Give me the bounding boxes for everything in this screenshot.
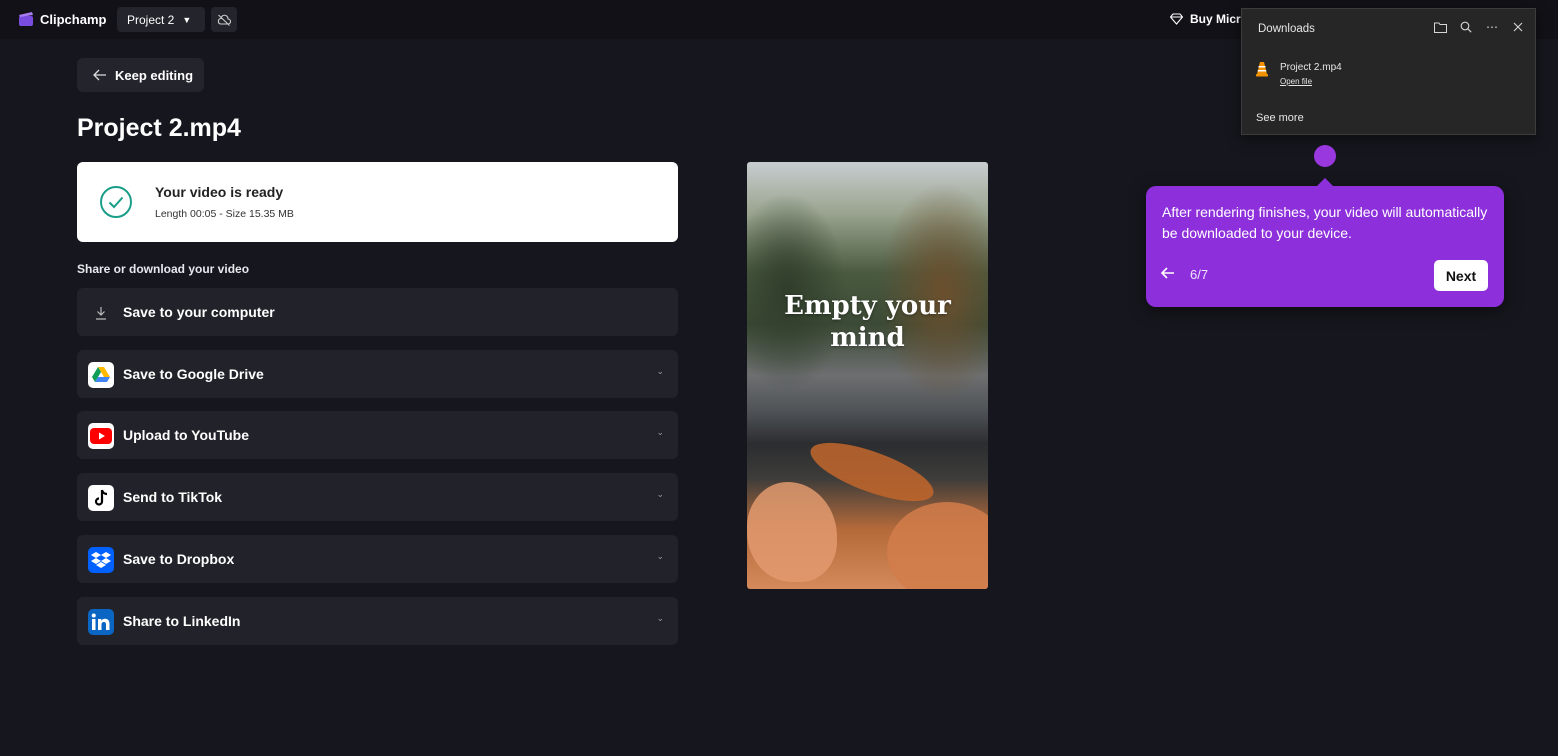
keep-editing-button[interactable]: Keep editing [77, 58, 204, 92]
more-options-icon[interactable]: ⋯ [1485, 20, 1499, 34]
keep-editing-label: Keep editing [115, 67, 194, 83]
ready-subtitle: Length 00:05 - Size 15.35 MB [155, 208, 294, 220]
tour-tooltip: After rendering finishes, your video wil… [1146, 178, 1504, 307]
option-label: Upload to YouTube [123, 427, 249, 443]
video-preview[interactable]: Empty your mind [747, 162, 988, 589]
arrow-left-icon [1160, 267, 1174, 279]
share-to-linkedin-button[interactable]: Share to LinkedIn ⌄ [77, 597, 678, 645]
save-to-google-drive-button[interactable]: Save to Google Drive ⌄ [77, 350, 678, 398]
youtube-icon [88, 423, 114, 449]
clipchamp-logo-icon [19, 12, 33, 26]
send-to-tiktok-button[interactable]: Send to TikTok ⌄ [77, 473, 678, 521]
tour-back-button[interactable] [1160, 266, 1175, 282]
tiktok-icon [88, 485, 114, 511]
tour-step-counter: 6/7 [1190, 267, 1209, 282]
cloud-off-icon [217, 14, 231, 26]
option-label: Save to Google Drive [123, 366, 264, 382]
preview-rock [747, 482, 837, 582]
download-icon [88, 300, 114, 326]
chevron-down-icon: ⌄ [656, 366, 664, 376]
ready-title: Your video is ready [155, 184, 284, 200]
downloads-toolbar: ⋯ [1433, 20, 1525, 34]
chevron-down-icon: ⌄ [656, 427, 664, 437]
caret-down-icon: ▼ [182, 14, 192, 25]
buy-label: Buy Micro [1190, 12, 1249, 26]
chevron-down-icon: ⌄ [656, 613, 664, 623]
project-name-dropdown[interactable]: Project 2 ▼ [117, 7, 205, 32]
save-to-dropbox-button[interactable]: Save to Dropbox ⌄ [77, 535, 678, 583]
option-label: Save to Dropbox [123, 551, 235, 567]
chevron-down-icon: ⌄ [656, 489, 664, 499]
tour-text: After rendering finishes, your video wil… [1162, 204, 1488, 241]
project-name-label: Project 2 [127, 12, 175, 27]
open-file-link[interactable]: Open file [1280, 77, 1312, 86]
google-drive-icon [88, 362, 114, 388]
see-more-link[interactable]: See more [1256, 112, 1304, 124]
diamond-icon [1170, 13, 1183, 25]
folder-icon[interactable] [1433, 20, 1447, 34]
file-title: Project 2.mp4 [77, 114, 241, 142]
linkedin-icon [88, 609, 114, 635]
save-to-computer-button[interactable]: Save to your computer [77, 288, 678, 336]
option-label: Share to LinkedIn [123, 613, 241, 629]
app-name: Clipchamp [40, 12, 107, 27]
search-icon[interactable] [1459, 20, 1473, 34]
option-label: Send to TikTok [123, 489, 223, 505]
check-circle-icon [100, 186, 132, 218]
downloads-title: Downloads [1258, 23, 1315, 35]
cloud-sync-button[interactable] [211, 7, 237, 32]
upload-to-youtube-button[interactable]: Upload to YouTube ⌄ [77, 411, 678, 459]
downloads-panel: Downloads ⋯ Project 2.mp4 Open file See … [1241, 8, 1536, 135]
arrow-left-icon [93, 69, 106, 81]
video-ready-card: Your video is ready Length 00:05 - Size … [77, 162, 678, 242]
vlc-file-icon [1256, 62, 1268, 77]
dropbox-icon [88, 547, 114, 573]
tour-beacon [1314, 145, 1336, 167]
close-icon[interactable] [1511, 20, 1525, 34]
buy-microsoft-button[interactable]: Buy Micro [1170, 12, 1248, 26]
download-file-name[interactable]: Project 2.mp4 [1280, 62, 1342, 73]
chevron-down-icon: ⌄ [656, 551, 664, 561]
option-label: Save to your computer [123, 304, 275, 320]
share-heading: Share or download your video [77, 262, 250, 276]
preview-rock [887, 502, 988, 589]
preview-caption: Empty your mind [784, 291, 951, 353]
tour-next-button[interactable]: Next [1434, 260, 1488, 291]
